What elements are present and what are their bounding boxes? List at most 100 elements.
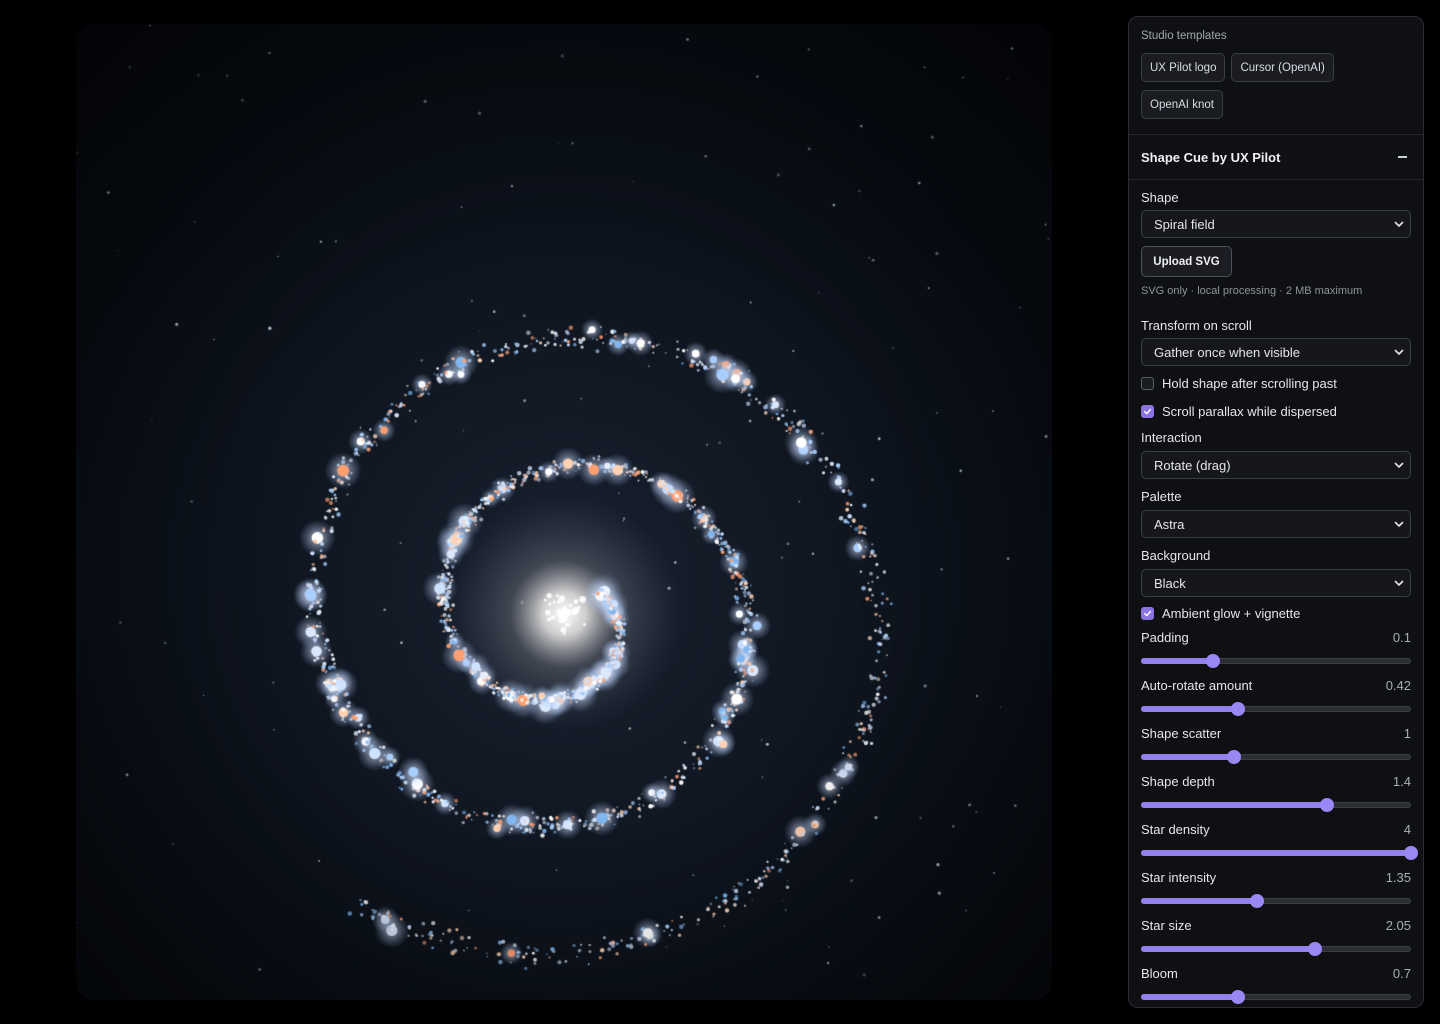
ambient-glow-checkbox[interactable]: Ambient glow + vignette bbox=[1141, 599, 1411, 627]
hold-shape-label: Hold shape after scrolling past bbox=[1162, 375, 1337, 391]
slider-thumb[interactable] bbox=[1227, 750, 1242, 764]
palette-select-value: Astra bbox=[1154, 516, 1185, 532]
slider-value: 1.35 bbox=[1385, 869, 1411, 885]
slider-thumb[interactable] bbox=[1231, 702, 1246, 716]
slider-track[interactable] bbox=[1141, 934, 1411, 964]
templates-caption: Studio templates bbox=[1141, 30, 1227, 42]
galaxy-canvas-stage[interactable] bbox=[76, 24, 1052, 1000]
slider-thumb[interactable] bbox=[1308, 942, 1323, 956]
slider-thumb[interactable] bbox=[1231, 990, 1246, 1004]
checkbox-box-checked[interactable] bbox=[1141, 404, 1154, 418]
slider-fill bbox=[1141, 802, 1328, 808]
slider-shape-scatter: Shape scatter 1 bbox=[1141, 724, 1411, 772]
template-openai-knot[interactable]: OpenAI knot bbox=[1141, 90, 1223, 119]
slider-list: Padding 0.1 Auto-rotate amount 0.42 Shape sc… bbox=[1141, 628, 1418, 1007]
shape-select[interactable]: Spiral field bbox=[1141, 210, 1411, 238]
chevron-down-icon bbox=[1394, 462, 1404, 468]
checkbox-box-checked[interactable] bbox=[1141, 606, 1154, 620]
slider-label: Star size bbox=[1141, 917, 1192, 933]
interaction-select-value: Rotate (drag) bbox=[1154, 457, 1231, 473]
chevron-down-icon bbox=[1394, 580, 1404, 586]
transform-select[interactable]: Gather once when visible bbox=[1141, 338, 1411, 366]
transform-select-value: Gather once when visible bbox=[1154, 344, 1300, 360]
slider-label: Bloom bbox=[1141, 965, 1178, 981]
slider-star-intensity: Star intensity 1.35 bbox=[1141, 868, 1411, 916]
slider-thumb[interactable] bbox=[1250, 894, 1265, 908]
slider-track[interactable] bbox=[1141, 838, 1418, 868]
slider-track[interactable] bbox=[1141, 886, 1411, 916]
slider-header: Star density 4 bbox=[1141, 820, 1411, 838]
slider-label: Auto-rotate amount bbox=[1141, 677, 1253, 693]
chevron-down-icon bbox=[1394, 521, 1404, 527]
check-icon bbox=[1144, 610, 1152, 616]
hold-shape-checkbox[interactable]: Hold shape after scrolling past bbox=[1141, 369, 1411, 397]
chevron-down-icon bbox=[1394, 221, 1404, 227]
slider-track[interactable] bbox=[1141, 646, 1411, 676]
upload-hint: SVG only · local processing · 2 MB maxim… bbox=[1141, 285, 1363, 297]
background-select-value: Black bbox=[1154, 575, 1186, 591]
slider-track[interactable] bbox=[1141, 982, 1411, 1007]
slider-label: Padding bbox=[1141, 629, 1189, 645]
template-cursor-openai[interactable]: Cursor (OpenAI) bbox=[1231, 53, 1334, 82]
templates-section: Studio templates UX Pilot logo Cursor (O… bbox=[1129, 17, 1423, 135]
slider-value: 0.42 bbox=[1385, 677, 1411, 693]
slider-fill bbox=[1141, 706, 1239, 712]
slider-fill bbox=[1141, 850, 1411, 856]
scroll-parallax-label: Scroll parallax while dispersed bbox=[1162, 403, 1337, 419]
slider-thumb[interactable] bbox=[1205, 654, 1220, 668]
slider-header: Star size 2.05 bbox=[1141, 916, 1411, 934]
slider-header: Shape depth 1.4 bbox=[1141, 772, 1411, 790]
check-icon bbox=[1144, 408, 1152, 414]
controls: Shape Spiral field Upload SVG SVG only ·… bbox=[1129, 180, 1423, 1007]
section-title: Shape Cue by UX Pilot bbox=[1141, 149, 1281, 165]
transform-label: Transform on scroll bbox=[1141, 318, 1252, 333]
shape-label: Shape bbox=[1141, 190, 1179, 205]
slider-track[interactable] bbox=[1141, 694, 1411, 724]
slider-label: Shape scatter bbox=[1141, 725, 1222, 741]
background-label: Background bbox=[1141, 548, 1211, 563]
slider-value: 0.7 bbox=[1392, 965, 1411, 981]
palette-label: Palette bbox=[1141, 489, 1182, 504]
slider-fill bbox=[1141, 658, 1213, 664]
settings-panel: Studio templates UX Pilot logo Cursor (O… bbox=[1128, 16, 1424, 1008]
slider-value: 2.05 bbox=[1385, 917, 1411, 933]
section-header[interactable]: Shape Cue by UX Pilot bbox=[1129, 135, 1423, 180]
interaction-label: Interaction bbox=[1141, 430, 1202, 445]
minus-icon bbox=[1397, 156, 1407, 158]
slider-header: Shape scatter 1 bbox=[1141, 724, 1411, 742]
slider-track[interactable] bbox=[1141, 742, 1411, 772]
background-select[interactable]: Black bbox=[1141, 569, 1411, 597]
slider-value: 4 bbox=[1403, 821, 1411, 837]
template-chips: UX Pilot logo Cursor (OpenAI) OpenAI kno… bbox=[1141, 53, 1411, 119]
template-ux-pilot-logo[interactable]: UX Pilot logo bbox=[1141, 53, 1226, 82]
slider-label: Shape depth bbox=[1141, 773, 1215, 789]
ambient-glow-label: Ambient glow + vignette bbox=[1162, 605, 1301, 621]
slider-fill bbox=[1141, 898, 1258, 904]
slider-bloom: Bloom 0.7 bbox=[1141, 964, 1411, 1007]
slider-shape-depth: Shape depth 1.4 bbox=[1141, 772, 1411, 820]
slider-fill bbox=[1141, 994, 1239, 1000]
interaction-select[interactable]: Rotate (drag) bbox=[1141, 451, 1411, 479]
slider-thumb[interactable] bbox=[1320, 798, 1335, 812]
slider-header: Bloom 0.7 bbox=[1141, 964, 1411, 982]
slider-fill bbox=[1141, 754, 1235, 760]
chevron-down-icon bbox=[1394, 349, 1404, 355]
slider-label: Star density bbox=[1141, 821, 1210, 837]
shape-select-value: Spiral field bbox=[1154, 216, 1215, 232]
spiral-galaxy-canvas[interactable] bbox=[76, 24, 1052, 1000]
slider-padding: Padding 0.1 bbox=[1141, 628, 1411, 676]
checkbox-box[interactable] bbox=[1141, 376, 1154, 390]
slider-header: Padding 0.1 bbox=[1141, 628, 1411, 646]
slider-thumb[interactable] bbox=[1404, 846, 1418, 860]
slider-value: 1 bbox=[1403, 725, 1411, 741]
slider-track[interactable] bbox=[1141, 790, 1411, 820]
slider-value: 1.4 bbox=[1392, 773, 1411, 789]
slider-star-size: Star size 2.05 bbox=[1141, 916, 1411, 964]
upload-svg-button[interactable]: Upload SVG bbox=[1141, 246, 1232, 277]
slider-star-density: Star density 4 bbox=[1141, 820, 1418, 868]
slider-label: Star intensity bbox=[1141, 869, 1217, 885]
collapse-button[interactable] bbox=[1393, 148, 1411, 166]
palette-select[interactable]: Astra bbox=[1141, 510, 1411, 538]
slider-auto-rotate-amount: Auto-rotate amount 0.42 bbox=[1141, 676, 1411, 724]
scroll-parallax-checkbox[interactable]: Scroll parallax while dispersed bbox=[1141, 397, 1411, 425]
